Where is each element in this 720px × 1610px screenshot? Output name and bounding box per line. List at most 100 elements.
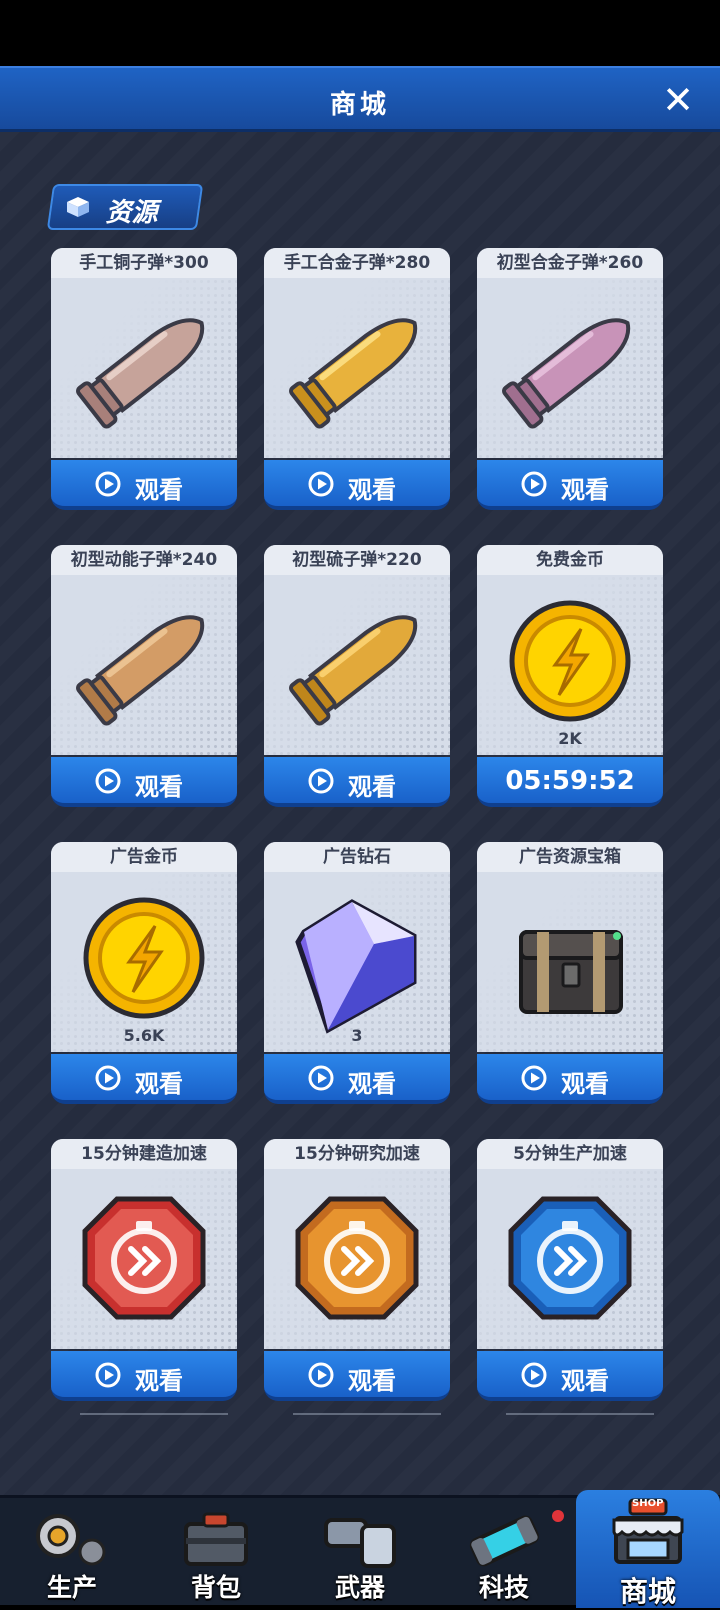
- resource-chest-icon: [477, 872, 663, 1052]
- card-amount: 3: [351, 1026, 363, 1045]
- watch-ad-button[interactable]: 观看: [264, 460, 450, 510]
- cannon-icon: [318, 1506, 402, 1572]
- play-icon: [521, 1362, 547, 1388]
- card-title: 广告钻石: [264, 842, 450, 872]
- shop-card[interactable]: 15分钟建造加速 观看: [51, 1139, 237, 1401]
- tab-3[interactable]: 武器: [288, 1498, 432, 1608]
- shop-card[interactable]: 广告金币 5.6K 观看: [51, 842, 237, 1104]
- divider: [506, 1413, 654, 1415]
- card-face: 初型动能子弹*240: [51, 545, 237, 755]
- bullet-brass-icon: [51, 575, 237, 755]
- card-face: 初型合金子弹*260: [477, 248, 663, 458]
- card-face: 广告金币 5.6K: [51, 842, 237, 1052]
- speedup-red-icon: [51, 1169, 237, 1349]
- watch-ad-button[interactable]: 观看: [51, 1054, 237, 1104]
- divider: [293, 1413, 441, 1415]
- tab-label: 武器: [334, 1573, 385, 1602]
- tab-label: 商城: [619, 1575, 676, 1608]
- watch-ad-button[interactable]: 观看: [477, 460, 663, 510]
- tab-4[interactable]: 科技: [432, 1498, 576, 1608]
- bullet-pink-icon: [477, 278, 663, 458]
- watch-label: 观看: [135, 1070, 183, 1098]
- card-title: 手工铜子弹*300: [51, 248, 237, 278]
- play-icon: [95, 768, 121, 794]
- shop-content[interactable]: 资源 手工铜子弹*300 观看 手工合金子弹*280 观看 初型合金子弹*260…: [0, 132, 720, 1495]
- watch-label: 观看: [348, 476, 396, 504]
- card-face: 5分钟生产加速: [477, 1139, 663, 1349]
- shop-card[interactable]: 广告资源宝箱 观看: [477, 842, 663, 1104]
- watch-label: 观看: [561, 1070, 609, 1098]
- toolbox-icon: [174, 1506, 258, 1572]
- card-amount: 2K: [558, 729, 582, 748]
- shop-card[interactable]: 手工合金子弹*280 观看: [264, 248, 450, 510]
- card-title: 广告资源宝箱: [477, 842, 663, 872]
- play-icon: [308, 1362, 334, 1388]
- play-icon: [308, 471, 334, 497]
- gold-coin-icon: [477, 575, 663, 755]
- shop-card[interactable]: 手工铜子弹*300 观看: [51, 248, 237, 510]
- section-label: 资源: [105, 198, 158, 228]
- shop-card[interactable]: 初型合金子弹*260 观看: [477, 248, 663, 510]
- tab-2[interactable]: 背包: [144, 1498, 288, 1608]
- cube-icon: [67, 197, 89, 217]
- speedup-orange-icon: [264, 1169, 450, 1349]
- watch-ad-button[interactable]: 观看: [51, 460, 237, 510]
- bullet-gold-icon: [264, 278, 450, 458]
- close-button[interactable]: ✕: [658, 80, 698, 120]
- shop-card[interactable]: 15分钟研究加速 观看: [264, 1139, 450, 1401]
- bullet-copper-icon: [51, 278, 237, 458]
- gold-coin-icon: [51, 872, 237, 1052]
- shop-card[interactable]: 初型动能子弹*240 观看: [51, 545, 237, 807]
- watch-ad-button[interactable]: 观看: [264, 1054, 450, 1104]
- card-face: 手工铜子弹*300: [51, 248, 237, 458]
- play-icon: [308, 1065, 334, 1091]
- countdown-timer: 05:59:52: [505, 766, 635, 796]
- diamond-icon: [264, 872, 450, 1052]
- watch-ad-button[interactable]: 观看: [51, 1351, 237, 1401]
- page-title: 商城: [329, 90, 390, 120]
- watch-ad-button[interactable]: 观看: [477, 1054, 663, 1104]
- tab-1[interactable]: 生产: [0, 1498, 144, 1608]
- watch-label: 观看: [348, 1367, 396, 1395]
- play-icon: [95, 471, 121, 497]
- watch-label: 观看: [135, 773, 183, 801]
- shop-card[interactable]: 广告钻石 3 观看: [264, 842, 450, 1104]
- gear-icon: [30, 1506, 114, 1572]
- card-face: 15分钟建造加速: [51, 1139, 237, 1349]
- watch-ad-button[interactable]: 观看: [51, 757, 237, 807]
- tab-label: 生产: [46, 1573, 97, 1602]
- watch-label: 观看: [348, 1070, 396, 1098]
- bullet-sulfur-icon: [264, 575, 450, 755]
- watch-ad-button[interactable]: 观看: [264, 1351, 450, 1401]
- watch-label: 观看: [561, 476, 609, 504]
- battery-icon: [462, 1506, 546, 1572]
- watch-ad-button[interactable]: 观看: [477, 1351, 663, 1401]
- shop-header: 商城 ✕: [0, 66, 720, 132]
- card-face: 免费金币 2K: [477, 545, 663, 755]
- card-title: 5分钟生产加速: [477, 1139, 663, 1169]
- tab-label: 科技: [478, 1573, 529, 1602]
- shop-card[interactable]: 初型硫子弹*220 观看: [264, 545, 450, 807]
- watch-label: 观看: [348, 773, 396, 801]
- speedup-blue-icon: [477, 1169, 663, 1349]
- tab-5[interactable]: SHOP 商城: [576, 1490, 720, 1608]
- card-title: 15分钟研究加速: [264, 1139, 450, 1169]
- watch-label: 观看: [135, 476, 183, 504]
- play-icon: [521, 471, 547, 497]
- bottom-tab-bar: 生产 背包 武器 科技 SHOP 商城: [0, 1490, 720, 1608]
- status-bar: [0, 0, 720, 66]
- card-title: 初型合金子弹*260: [477, 248, 663, 278]
- watch-label: 观看: [135, 1367, 183, 1395]
- card-amount: 5.6K: [123, 1026, 165, 1045]
- card-title: 广告金币: [51, 842, 237, 872]
- card-face: 广告资源宝箱: [477, 842, 663, 1052]
- shop-card[interactable]: 免费金币 2K 05:59:52: [477, 545, 663, 807]
- card-face: 广告钻石 3: [264, 842, 450, 1052]
- watch-label: 观看: [561, 1367, 609, 1395]
- play-icon: [95, 1065, 121, 1091]
- shop-card[interactable]: 5分钟生产加速 观看: [477, 1139, 663, 1401]
- card-face: 15分钟研究加速: [264, 1139, 450, 1349]
- timer-button[interactable]: 05:59:52: [477, 757, 663, 807]
- divider: [80, 1413, 228, 1415]
- watch-ad-button[interactable]: 观看: [264, 757, 450, 807]
